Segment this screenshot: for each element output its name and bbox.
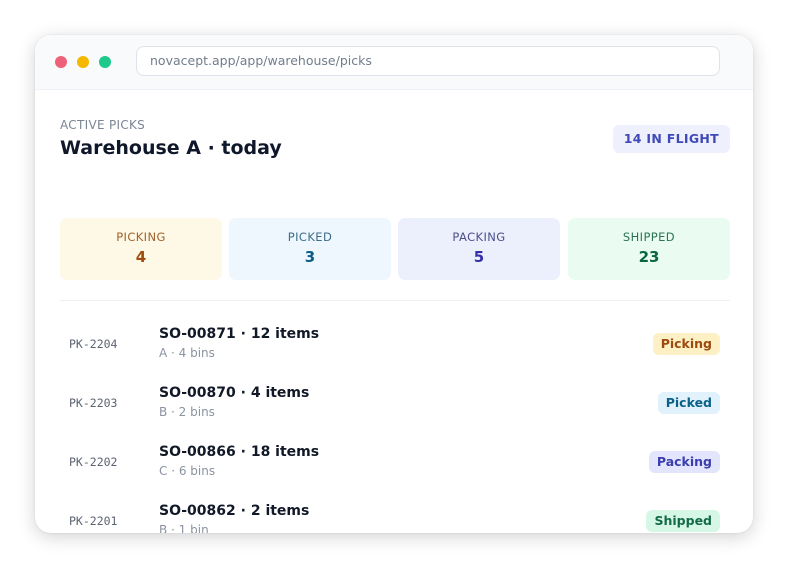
stat-card-shipped[interactable]: SHIPPED 23 (568, 218, 730, 280)
stat-label: PICKING (116, 230, 166, 244)
pick-row[interactable]: PK-2202 SO-00866 · 18 items C · 6 bins P… (60, 434, 730, 493)
stat-value: 4 (135, 248, 147, 266)
bin-detail: C · 6 bins (159, 464, 216, 478)
stat-label: SHIPPED (622, 230, 676, 244)
stat-label: PICKED (287, 230, 333, 244)
in-flight-badge: 14 IN FLIGHT (612, 125, 730, 153)
pick-row[interactable]: PK-2201 SO-00862 · 2 items B · 1 bin Shi… (60, 493, 730, 533)
stat-card-picking[interactable]: PICKING 4 (60, 218, 222, 280)
pick-id: PK-2203 (69, 396, 118, 410)
stat-label: PACKING (452, 230, 506, 244)
stat-card-picked[interactable]: PICKED 3 (229, 218, 391, 280)
stat-card-packing[interactable]: PACKING 5 (398, 218, 560, 280)
browser-window: novacept.app/app/warehouse/picks ACTIVE … (35, 35, 753, 533)
close-window-button[interactable] (55, 56, 67, 68)
bin-detail: B · 1 bin (159, 523, 209, 533)
maximize-window-button[interactable] (99, 56, 111, 68)
minimize-window-button[interactable] (77, 56, 89, 68)
section-eyebrow: ACTIVE PICKS (60, 118, 146, 132)
browser-titlebar: novacept.app/app/warehouse/picks (35, 35, 753, 90)
status-summary: PICKING 4 PICKED 3 PACKING 5 SHIPPED 23 (60, 218, 730, 280)
status-badge: Shipped (646, 510, 720, 532)
status-badge: Packing (648, 451, 720, 473)
status-badge: Picking (652, 333, 720, 355)
order-summary: SO-00871 · 12 items (159, 326, 320, 342)
status-badge: Picked (657, 392, 720, 414)
pick-row[interactable]: PK-2203 SO-00870 · 4 items B · 2 bins Pi… (60, 375, 730, 434)
order-summary: SO-00866 · 18 items (159, 444, 320, 460)
pick-id: PK-2202 (69, 455, 118, 469)
pick-id: PK-2201 (69, 514, 118, 528)
divider (60, 300, 730, 301)
bin-detail: B · 2 bins (159, 405, 215, 419)
stat-value: 3 (304, 248, 316, 266)
stat-value: 5 (473, 248, 485, 266)
page-title: Warehouse A · today (60, 137, 282, 159)
pick-id: PK-2204 (69, 337, 118, 351)
address-bar[interactable]: novacept.app/app/warehouse/picks (136, 46, 720, 76)
bin-detail: A · 4 bins (159, 346, 215, 360)
pick-row[interactable]: PK-2204 SO-00871 · 12 items A · 4 bins P… (60, 316, 730, 375)
order-summary: SO-00870 · 4 items (159, 385, 310, 401)
order-summary: SO-00862 · 2 items (159, 503, 310, 519)
stat-value: 23 (638, 248, 660, 266)
